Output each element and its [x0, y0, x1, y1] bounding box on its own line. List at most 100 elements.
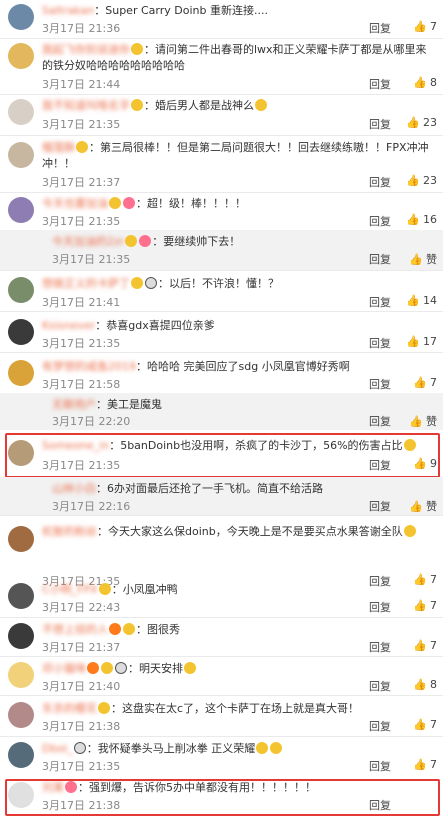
reply-button[interactable]: 回复 — [369, 413, 391, 429]
like-button[interactable]: 👍 7 — [413, 20, 437, 33]
reply-button[interactable]: 回复 — [369, 213, 391, 229]
reply-button[interactable]: 回复 — [369, 251, 391, 267]
comment-author[interactable]: 机智的粉丝 — [42, 525, 97, 538]
comment-author[interactable]: Dbol_ — [42, 742, 73, 755]
reply-button[interactable]: 回复 — [369, 639, 391, 655]
comment-author[interactable]: 有梦想的咸鱼2019 — [42, 360, 136, 373]
like-label: 赞 — [426, 415, 437, 428]
thumb-up-icon: 👍 — [413, 639, 427, 652]
avatar[interactable] — [8, 319, 34, 345]
comment-time: 3月17日 21:37 — [42, 176, 121, 189]
reply-item: 无聊用户：美工是魔鬼 3月17日 22:20 回复 👍 赞 — [0, 393, 443, 430]
avatar[interactable] — [8, 277, 34, 303]
like-button[interactable]: 👍 赞 — [409, 498, 437, 514]
avatar[interactable] — [8, 142, 34, 168]
reply-button[interactable]: 回复 — [369, 599, 391, 615]
comment-author[interactable]: Ksisnever — [42, 319, 95, 332]
avatar[interactable] — [8, 99, 34, 125]
reply-button[interactable]: 回复 — [369, 678, 391, 694]
reply-button[interactable]: 回复 — [369, 498, 391, 514]
emoji-icon — [101, 662, 113, 674]
reply-button[interactable]: 回复 — [369, 76, 391, 92]
like-count: 23 — [423, 174, 437, 187]
comment-text: 图很秀 — [147, 623, 180, 636]
avatar[interactable] — [8, 197, 34, 223]
emoji-icon — [131, 43, 143, 55]
emoji-icon — [131, 99, 143, 111]
reply-button[interactable]: 回复 — [369, 20, 391, 36]
avatar[interactable] — [8, 662, 34, 688]
thumb-up-icon: 👍 — [406, 213, 420, 226]
comment-item: 有梦想的咸鱼2019：哈哈哈 完美回应了sdg 小凤凰官博好秀啊 3月17日 2… — [0, 353, 443, 393]
comment-author[interactable]: 邓小猫咪 — [42, 662, 86, 675]
avatar[interactable] — [8, 702, 34, 728]
reply-button[interactable]: 回复 — [369, 174, 391, 190]
comment-text: 小凤凰冲鸭 — [122, 583, 178, 596]
comment-text: 6办对面最后还抢了一手飞机。简直不给活路 — [107, 482, 323, 495]
reply-button[interactable]: 回复 — [369, 376, 391, 392]
avatar[interactable] — [8, 526, 34, 552]
heart-icon — [139, 235, 152, 247]
comment-time: 3月17日 21:44 — [42, 78, 121, 91]
reply-button[interactable]: 回复 — [369, 116, 391, 132]
like-button[interactable]: 👍 7 — [413, 639, 437, 652]
comment-author[interactable]: 东京的樱花 — [42, 702, 97, 715]
thumb-up-icon: 👍 — [413, 76, 427, 89]
reply-button[interactable]: 回复 — [369, 758, 391, 774]
emoji-icon — [131, 277, 143, 289]
comment-author[interactable]: 我起飞你别说迷你 — [42, 43, 130, 56]
like-button[interactable]: 👍 7 — [413, 718, 437, 731]
like-count: 7 — [430, 718, 437, 731]
like-button[interactable]: 👍 7 — [413, 599, 437, 612]
thumb-up-icon: 👍 — [406, 116, 420, 129]
comment-author[interactable]: 想做正义的卡萨丁 — [42, 277, 130, 290]
comment-author[interactable]: 今天加油的2zr — [52, 235, 124, 248]
avatar[interactable] — [8, 43, 34, 69]
like-button[interactable]: 👍 7 — [413, 758, 437, 771]
comment-author[interactable]: Saltrakan — [42, 4, 94, 17]
avatar[interactable] — [8, 360, 34, 386]
emoji-icon — [109, 197, 121, 209]
reply-button[interactable]: 回复 — [369, 718, 391, 734]
avatar[interactable] — [8, 742, 34, 768]
avatar[interactable] — [8, 583, 34, 609]
comment-item: 想做正义的卡萨丁 ：以后！不许浪！懂！？ 3月17日 21:41 回复 👍 14 — [0, 271, 443, 311]
like-button[interactable]: 👍 16 — [406, 213, 437, 226]
like-button[interactable]: 👍 赞 — [409, 413, 437, 429]
like-button[interactable]: 👍 14 — [406, 294, 437, 307]
comment-author[interactable]: 无聊用户 — [52, 398, 96, 411]
like-button[interactable]: 👍 23 — [406, 116, 437, 129]
comment-text: 我怀疑拳头马上削冰拳 正义荣耀 — [97, 742, 256, 755]
comment-author[interactable]: C小明_FPX — [42, 583, 98, 596]
avatar[interactable] — [8, 623, 34, 649]
like-button[interactable]: 👍 17 — [406, 335, 437, 348]
comment-author[interactable]: 榴莲酥 — [42, 141, 75, 154]
panda-icon — [145, 277, 157, 289]
reply-button[interactable]: 回复 — [369, 294, 391, 310]
heart-icon — [123, 197, 135, 209]
like-count: 7 — [430, 639, 437, 652]
comment-time: 3月17日 21:35 — [42, 337, 121, 350]
comment-author[interactable]: 山林小白 — [52, 482, 96, 495]
like-button[interactable]: 👍 23 — [406, 174, 437, 187]
emoji-icon — [255, 99, 267, 111]
reply-button[interactable]: 回复 — [369, 335, 391, 351]
comment-item: 机智的粉丝：今天大家这么保doinb，今天晚上是不是要买点水果答谢全队 3月17… — [0, 516, 443, 573]
avatar[interactable] — [8, 4, 34, 30]
comment-author[interactable]: 我不知道叫啥名字 — [42, 99, 130, 112]
comment-item: 我起飞你别说迷你 ：请问第二件出春哥的lwx和正义荣耀卡萨丁都是从哪里来的铁分奴哈… — [0, 39, 443, 94]
like-button[interactable]: 👍 赞 — [409, 251, 437, 267]
thumb-up-icon: 👍 — [413, 718, 427, 731]
comment-author[interactable]: 不想上班的人 — [42, 623, 108, 636]
comment-text: Super Carry Doinb 重新连接.... — [105, 4, 268, 17]
like-button[interactable]: 👍 7 — [413, 376, 437, 389]
comment-time: 3月17日 21:35 — [52, 253, 131, 266]
comment-item: 今天也要加油 ：超！级！棒！！！！ 3月17日 21:35 回复 👍 16 — [0, 193, 443, 230]
comment-text: 恭喜gdx喜提四位亲爹 — [106, 319, 215, 332]
comment-author[interactable]: 今天也要加油 — [42, 197, 108, 210]
reply-item: 山林小白：6办对面最后还抢了一手飞机。简直不给活路 3月17日 22:16 回复… — [0, 477, 443, 515]
like-button[interactable]: 👍 8 — [413, 76, 437, 89]
fire-icon — [87, 662, 99, 674]
like-count: 16 — [423, 213, 437, 226]
like-button[interactable]: 👍 8 — [413, 678, 437, 691]
